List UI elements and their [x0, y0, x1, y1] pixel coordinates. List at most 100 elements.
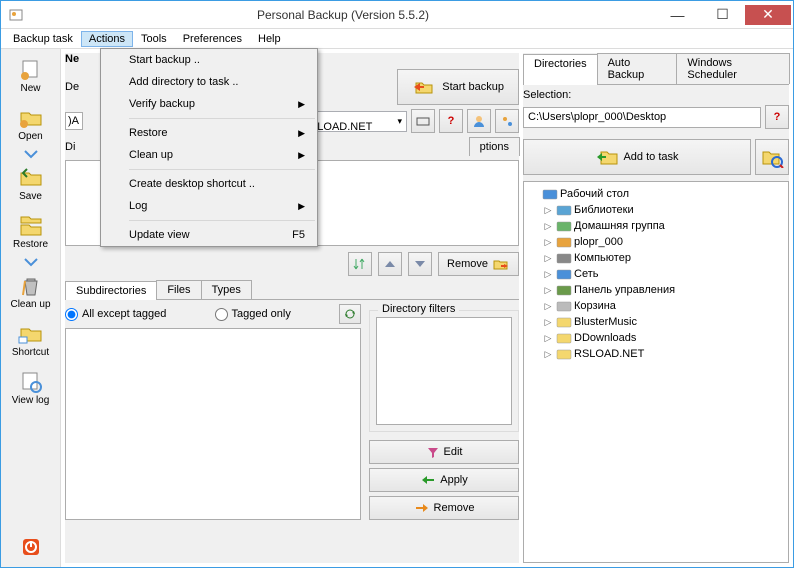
dd-restore[interactable]: Restore▶	[101, 122, 317, 144]
side-save[interactable]: Save	[4, 161, 58, 207]
menu-backup-task[interactable]: Backup task	[5, 31, 81, 47]
options-tab[interactable]: ptions	[469, 137, 520, 156]
sort-button[interactable]	[348, 252, 372, 276]
apply-filter-button[interactable]: Apply	[369, 468, 519, 492]
dd-cleanup[interactable]: Clean up▶	[101, 144, 317, 166]
tree-item[interactable]: ▷Компьютер	[528, 250, 784, 266]
radio-tagged-only[interactable]: Tagged only	[215, 308, 291, 321]
user-button[interactable]	[467, 109, 491, 133]
truncated-label: Di	[65, 141, 83, 153]
dir-filters-label: Directory filters	[378, 303, 459, 315]
edit-filter-button[interactable]: Edit	[369, 440, 519, 464]
dd-log[interactable]: Log▶	[101, 195, 317, 217]
shortcut-icon	[17, 323, 45, 345]
tree-item[interactable]: Рабочий стол	[528, 186, 784, 202]
app-icon	[9, 7, 25, 23]
folder-icon	[556, 331, 572, 345]
side-power[interactable]	[4, 533, 58, 563]
side-restore[interactable]: Restore	[4, 209, 58, 255]
dd-start-backup[interactable]: Start backup ..	[101, 49, 317, 71]
minimize-button[interactable]: —	[655, 5, 700, 25]
add-to-task-button[interactable]: Add to task	[523, 139, 751, 175]
tree-item[interactable]: ▷Библиотеки	[528, 202, 784, 218]
tree-item[interactable]: ▷Панель управления	[528, 282, 784, 298]
net-icon	[556, 267, 572, 281]
expand-icon[interactable]: ▷	[542, 285, 554, 296]
arrow-left-icon	[420, 475, 436, 485]
tree-item[interactable]: ▷plopr_000	[528, 234, 784, 250]
expand-icon[interactable]: ▷	[542, 205, 554, 216]
menu-actions[interactable]: Actions	[81, 31, 133, 47]
expand-icon[interactable]: ▷	[542, 269, 554, 280]
arrow-right-icon	[414, 503, 430, 513]
expand-icon[interactable]: ▷	[542, 317, 554, 328]
subdirectories-tab[interactable]: Subdirectories	[65, 281, 157, 300]
menubar: Backup task Actions Tools Preferences He…	[1, 29, 793, 49]
remove-dir-button[interactable]: Remove	[438, 252, 519, 276]
menu-tools[interactable]: Tools	[133, 31, 175, 47]
restore-icon	[17, 215, 45, 237]
settings-button[interactable]	[495, 109, 519, 133]
pc-icon	[556, 251, 572, 265]
dd-verify-backup[interactable]: Verify backup▶	[101, 93, 317, 115]
menu-preferences[interactable]: Preferences	[175, 31, 250, 47]
win-scheduler-tab[interactable]: Windows Scheduler	[676, 53, 790, 84]
help-button[interactable]: ?	[765, 105, 789, 129]
auto-backup-tab[interactable]: Auto Backup	[597, 53, 678, 84]
help-button[interactable]: ?	[439, 109, 463, 133]
tree-item[interactable]: ▷DDownloads	[528, 330, 784, 346]
up-button[interactable]	[378, 252, 402, 276]
close-button[interactable]: ✕	[745, 5, 791, 25]
expand-icon[interactable]: ▷	[542, 237, 554, 248]
maximize-button[interactable]: ☐	[700, 5, 745, 25]
down-button[interactable]	[408, 252, 432, 276]
menu-help[interactable]: Help	[250, 31, 289, 47]
dd-update-view[interactable]: Update viewF5	[101, 224, 317, 246]
submenu-arrow-icon: ▶	[298, 201, 305, 212]
tree-item[interactable]: ▷BlusterMusic	[528, 314, 784, 330]
folder-icon	[556, 315, 572, 329]
toolbar-button[interactable]	[411, 109, 435, 133]
tree-item[interactable]: ▷RSLOAD.NET	[528, 346, 784, 362]
sidebar: New Open Save Restore Clean up Shortcut …	[1, 49, 61, 567]
subdirs-list[interactable]	[65, 328, 361, 520]
truncated-label: De	[65, 81, 83, 93]
down-arrow-icon	[21, 149, 41, 159]
expand-icon[interactable]: ▷	[542, 301, 554, 312]
actions-dropdown: Start backup .. Add directory to task ..…	[100, 48, 318, 247]
radio-all-except[interactable]: All except tagged	[65, 308, 166, 321]
expand-icon[interactable]: ▷	[542, 349, 554, 360]
dd-shortcut[interactable]: Create desktop shortcut ..	[101, 173, 317, 195]
tree-item[interactable]: ▷Сеть	[528, 266, 784, 282]
side-shortcut[interactable]: Shortcut	[4, 317, 58, 363]
browse-button[interactable]	[755, 139, 789, 175]
desktop-icon	[542, 187, 558, 201]
path-input[interactable]	[523, 107, 761, 128]
expand-icon[interactable]: ▷	[542, 221, 554, 232]
side-viewlog[interactable]: View log	[4, 365, 58, 411]
window-controls: — ☐ ✕	[655, 5, 791, 25]
filters-list[interactable]	[376, 317, 512, 425]
types-tab[interactable]: Types	[201, 280, 252, 299]
files-tab[interactable]: Files	[156, 280, 201, 299]
tree-item[interactable]: ▷Корзина	[528, 298, 784, 314]
user-icon	[556, 235, 572, 249]
selection-label: Selection:	[523, 89, 571, 101]
remove-filter-button[interactable]: Remove	[369, 496, 519, 520]
home-icon	[556, 219, 572, 233]
expand-icon[interactable]: ▷	[542, 333, 554, 344]
viewlog-icon	[17, 371, 45, 393]
side-new[interactable]: New	[4, 53, 58, 99]
tree-item[interactable]: ▷Домашняя группа	[528, 218, 784, 234]
expand-icon[interactable]: ▷	[542, 253, 554, 264]
start-backup-button[interactable]: Start backup	[397, 69, 519, 105]
side-open[interactable]: Open	[4, 101, 58, 147]
trash-icon	[556, 299, 572, 313]
directory-tree[interactable]: Рабочий стол▷Библиотеки▷Домашняя группа▷…	[523, 181, 789, 563]
power-icon	[17, 537, 45, 559]
side-cleanup[interactable]: Clean up	[4, 269, 58, 315]
dd-add-directory[interactable]: Add directory to task ..	[101, 71, 317, 93]
folder-add-icon	[595, 148, 619, 166]
directories-tab[interactable]: Directories	[523, 54, 598, 85]
refresh-button[interactable]	[339, 304, 361, 324]
